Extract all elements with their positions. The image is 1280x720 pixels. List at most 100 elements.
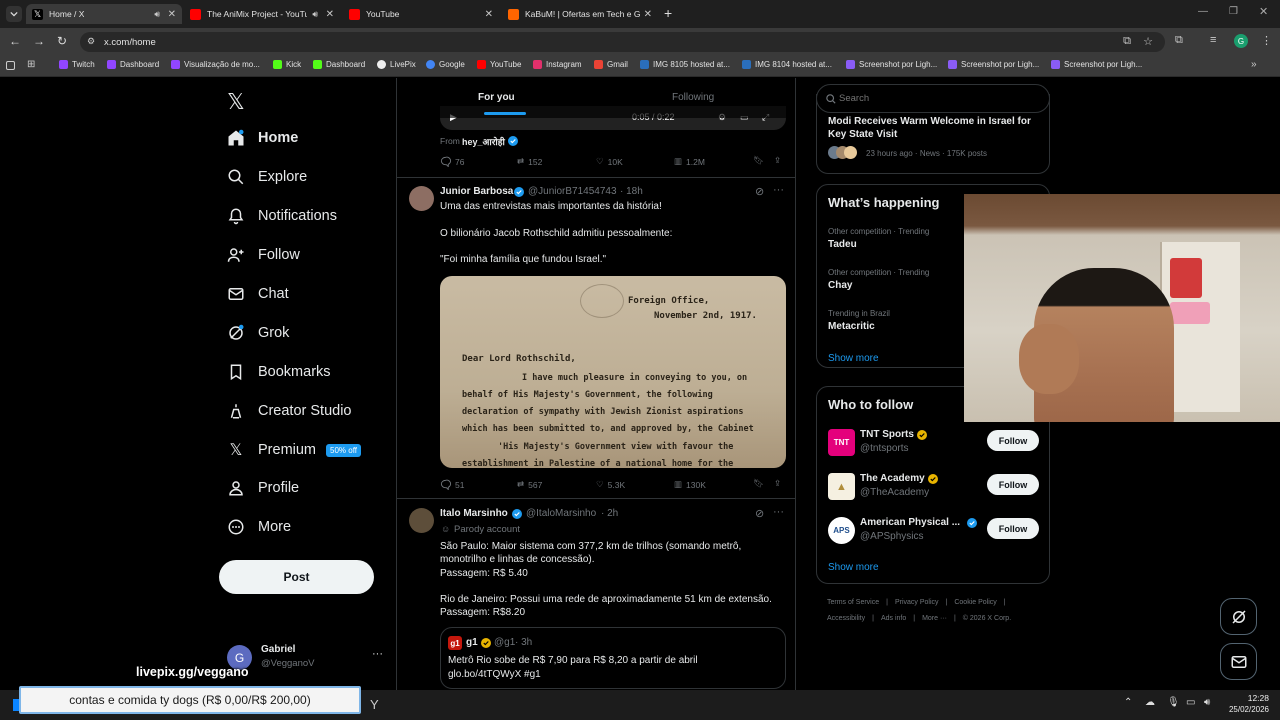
bookmark-screenshot-2[interactable]: Screenshot por Ligh... xyxy=(948,60,1039,69)
more-dots-icon[interactable]: ··· xyxy=(372,648,383,660)
bookmarks-overflow-icon[interactable]: » xyxy=(1251,59,1257,70)
nav-premium[interactable]: 𝕏 Premium 50% off xyxy=(226,440,361,460)
share-icon[interactable]: ⇪ xyxy=(774,155,781,166)
post-button[interactable]: Post xyxy=(219,560,374,594)
quoted-post[interactable]: g1 g1 @g1 · 3h Metrô Rio sobe de R$ 7,90… xyxy=(440,627,786,689)
like-button[interactable]: ♡ 10K xyxy=(596,156,623,167)
messages-floating-button[interactable] xyxy=(1220,643,1257,680)
bookmark-instagram[interactable]: Instagram xyxy=(533,60,582,69)
address-bar[interactable]: ⚙ x.com/home ⧉ ☆ xyxy=(80,32,1165,52)
nav-explore[interactable]: Explore xyxy=(226,167,307,187)
close-icon[interactable]: ✕ xyxy=(168,9,176,20)
reload-icon[interactable]: ↻ xyxy=(57,34,67,48)
footer-link-more[interactable]: More ··· xyxy=(922,615,947,622)
bookmark-img-8104[interactable]: IMG 8104 hosted at... xyxy=(742,60,832,69)
nav-more[interactable]: More xyxy=(226,517,291,537)
minimize-button[interactable]: — xyxy=(1198,6,1208,17)
more-dots-icon[interactable]: ··· xyxy=(773,184,784,196)
more-dots-icon[interactable]: ··· xyxy=(773,506,784,518)
site-info-icon[interactable]: ⚙ xyxy=(87,36,95,47)
footer-link-ads-info[interactable]: Ads info xyxy=(881,615,906,622)
nav-notifications[interactable]: Notifications xyxy=(226,206,337,226)
footer-link-accessibility[interactable]: Accessibility xyxy=(827,615,865,622)
nav-chat[interactable]: Chat xyxy=(226,284,289,304)
show-more-link[interactable]: Show more xyxy=(828,353,879,364)
bookmark-screenshot-1[interactable]: Screenshot por Ligh... xyxy=(846,60,937,69)
back-arrow-icon[interactable]: ← xyxy=(9,34,21,48)
reply-button[interactable]: 76 xyxy=(440,156,464,167)
nav-profile[interactable]: Profile xyxy=(226,478,299,498)
footer-link-cookie[interactable]: Cookie Policy xyxy=(954,599,996,606)
tab-youtube[interactable]: YouTube ✕ xyxy=(343,4,499,24)
grok-icon[interactable]: ⊘ xyxy=(755,185,764,198)
quote-link[interactable]: glo.bo/4tTQWyX #g1 xyxy=(448,669,541,680)
clock-time[interactable]: 12:28 xyxy=(1229,693,1269,703)
menu-dots-icon[interactable]: ⋮ xyxy=(1261,34,1272,47)
bookmark-icon[interactable]: 🔖︎ xyxy=(753,155,764,166)
tray-app-icon[interactable]: ☁ xyxy=(1145,697,1155,708)
close-icon[interactable]: ✕ xyxy=(326,9,334,20)
share-icon[interactable]: ⇪ xyxy=(774,478,781,489)
tab-home-x[interactable]: 𝕏 Home / X 🔊︎ ✕ xyxy=(26,4,182,24)
volume-icon[interactable]: 🔊︎ xyxy=(1204,697,1210,708)
x-logo-icon[interactable]: 𝕏 xyxy=(227,89,245,115)
grok-icon[interactable]: ⊘ xyxy=(755,507,764,520)
from-name[interactable]: hey_आरोही xyxy=(462,135,505,148)
nav-home[interactable]: Home xyxy=(226,128,298,148)
clock-date[interactable]: 25/02/2026 xyxy=(1222,705,1269,714)
extensions-icon[interactable]: ⧉ xyxy=(1175,34,1183,47)
bookmark-youtube[interactable]: YouTube xyxy=(477,60,521,69)
grok-floating-button[interactable] xyxy=(1220,598,1257,635)
new-tab-button[interactable]: + xyxy=(664,5,672,21)
bookmark-gmail[interactable]: Gmail xyxy=(594,60,628,69)
author-handle[interactable]: @JuniorB71454743 xyxy=(528,186,617,197)
views-button[interactable]: ▥ 130K xyxy=(674,479,706,490)
profile-avatar[interactable]: G xyxy=(1234,34,1248,48)
bookmark-icon[interactable]: 🔖︎ xyxy=(753,478,764,489)
nav-grok[interactable]: Grok xyxy=(226,323,289,343)
follow-button[interactable]: Follow xyxy=(987,518,1039,539)
close-icon[interactable]: ✕ xyxy=(485,9,493,20)
bookmark-kick[interactable]: Kick xyxy=(273,60,301,69)
nav-bookmarks[interactable]: Bookmarks xyxy=(226,362,331,382)
views-button[interactable]: ▥ 1.2M xyxy=(674,156,705,167)
post-image-letter[interactable]: Foreign Office, November 2nd, 1917. Dear… xyxy=(440,276,786,468)
install-app-icon[interactable]: ⧉ xyxy=(1123,35,1131,48)
repost-button[interactable]: ⇄ 567 xyxy=(517,479,542,490)
forward-arrow-icon[interactable]: → xyxy=(33,34,45,48)
bookmark-screenshot-3[interactable]: Screenshot por Ligh... xyxy=(1051,60,1142,69)
bookmark-google[interactable]: Google xyxy=(426,60,465,69)
bookmark-visualizacao[interactable]: Visualização de mo... xyxy=(171,60,260,69)
tab-groups-icon[interactable] xyxy=(6,61,15,70)
chevron-up-icon[interactable]: ⌃ xyxy=(1124,697,1132,708)
reading-list-icon[interactable]: ≡ xyxy=(1210,34,1216,46)
news-card[interactable]: Modi Receives Warm Welcome in Israel for… xyxy=(816,94,1050,174)
bookmark-livepix[interactable]: LivePix xyxy=(377,60,416,69)
reply-button[interactable]: 51 xyxy=(440,479,464,490)
follow-button[interactable]: Follow xyxy=(987,474,1039,495)
bookmark-img-8105[interactable]: IMG 8105 hosted at... xyxy=(640,60,730,69)
footer-link-privacy[interactable]: Privacy Policy xyxy=(895,599,939,606)
post-time[interactable]: · 18h xyxy=(620,186,643,197)
footer-link-terms[interactable]: Terms of Service xyxy=(827,599,879,606)
network-icon[interactable]: ▭ xyxy=(1186,697,1195,708)
post-junior-barbosa[interactable]: Junior Barbosa @JuniorB71454743 · 18h ⊘ … xyxy=(397,178,795,498)
author-name[interactable]: Italo Marsinho xyxy=(440,508,508,519)
star-icon[interactable]: ☆ xyxy=(1143,35,1153,48)
tab-following[interactable]: Following xyxy=(672,92,714,103)
follow-suggestion[interactable]: ▲ The Academy @TheAcademy Follow xyxy=(817,469,1049,511)
close-icon[interactable]: ✕ xyxy=(644,9,652,20)
post-italo-marsinho[interactable]: Italo Marsinho @ItaloMarsinho · 2h ⊘ ···… xyxy=(397,499,795,690)
speaker-icon[interactable]: 🔊︎ xyxy=(312,9,318,20)
avatar[interactable] xyxy=(409,186,434,211)
author-name[interactable]: Junior Barbosa xyxy=(440,186,513,197)
repost-button[interactable]: ⇄ 152 xyxy=(517,156,542,167)
restore-button[interactable]: ❐ xyxy=(1229,6,1238,17)
tab-for-you[interactable]: For you xyxy=(478,92,515,103)
tab-animix[interactable]: The AniMix Project - YouTu 🔊︎ ✕ xyxy=(184,4,340,24)
window-close-button[interactable]: ✕ xyxy=(1259,5,1268,18)
author-handle[interactable]: @ItaloMarsinho xyxy=(526,508,596,519)
nav-follow[interactable]: Follow xyxy=(226,245,300,265)
tab-search-button[interactable] xyxy=(6,6,22,22)
tab-kabum[interactable]: KaBuM! | Ofertas em Tech e Ga ✕ xyxy=(502,4,658,24)
